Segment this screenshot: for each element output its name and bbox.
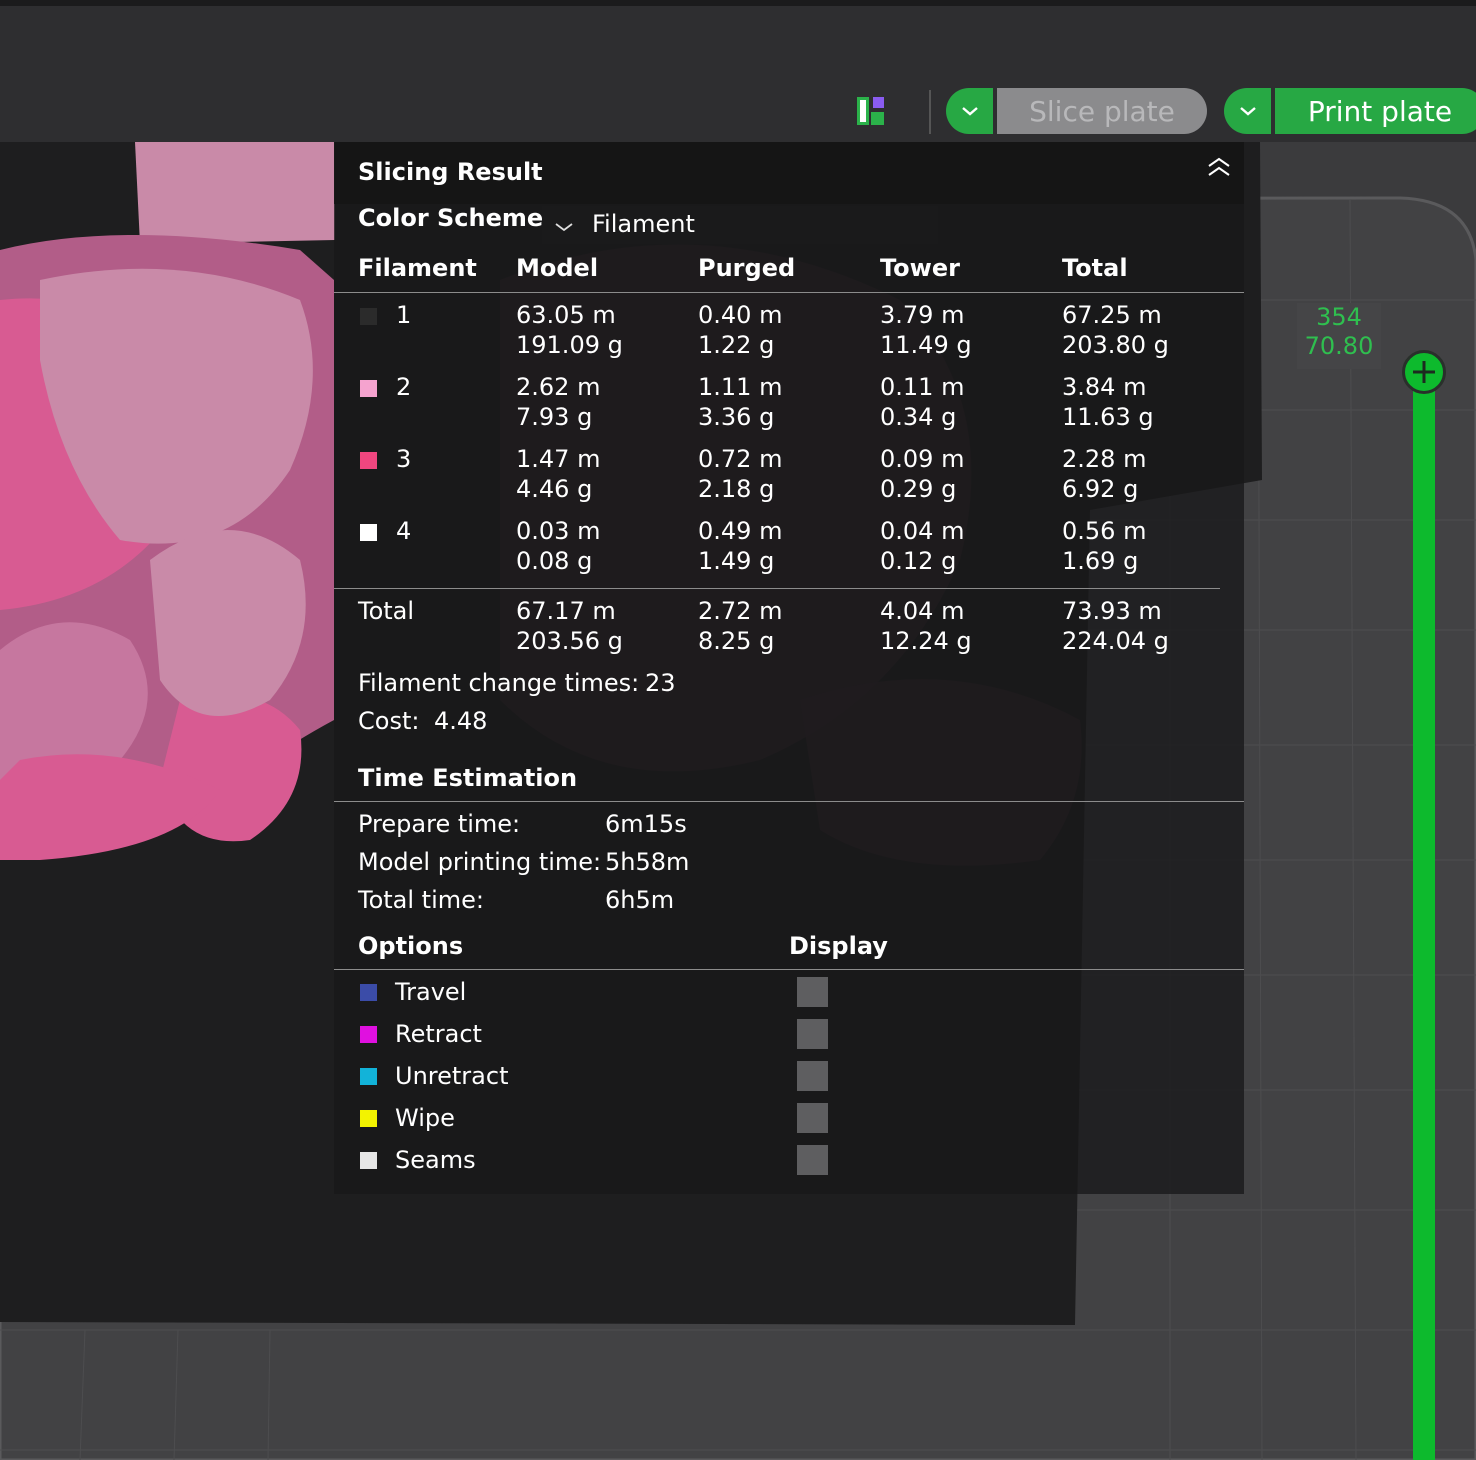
chevron-down-icon (961, 107, 978, 116)
total-time-label: Total time: (358, 886, 484, 914)
layer-readout: 354 70.80 (1297, 303, 1381, 369)
prepare-time-label: Prepare time: (358, 810, 521, 838)
filament-4-model: 0.03 m 0.08 g (516, 517, 601, 575)
layer-slider-handle[interactable] (1402, 350, 1446, 394)
collapse-icon[interactable] (1206, 156, 1232, 178)
option-retract-label: Retract (395, 1020, 482, 1048)
col-header-tower: Tower (880, 254, 960, 282)
wipe-display-toggle[interactable] (797, 1103, 828, 1133)
filament-2-model: 2.62 m 7.93 g (516, 373, 601, 431)
retract-display-toggle[interactable] (797, 1019, 828, 1049)
col-header-model: Model (516, 254, 599, 282)
filament-2-tower: 0.11 m 0.34 g (880, 373, 965, 431)
retract-swatch (360, 1026, 377, 1043)
filament-2-purged: 1.11 m 3.36 g (698, 373, 783, 431)
filament-2-swatch (360, 380, 377, 397)
color-scheme-dropdown[interactable]: Filament (542, 206, 938, 244)
total-row-label: Total (358, 597, 415, 625)
unretract-display-toggle[interactable] (797, 1061, 828, 1091)
model-time-label: Model printing time: (358, 848, 602, 876)
filament-4-tower: 0.04 m 0.12 g (880, 517, 965, 575)
print-dropdown-button[interactable] (1224, 88, 1271, 134)
display-title: Display (789, 932, 888, 960)
print-plate-button[interactable]: Print plate (1275, 88, 1476, 134)
layer-slider-track[interactable] (1413, 375, 1435, 1460)
color-scheme-label: Color Scheme (358, 204, 544, 232)
layout-grid-icon[interactable] (856, 96, 886, 126)
divider (334, 292, 1244, 293)
col-header-purged: Purged (698, 254, 796, 282)
option-seams-label: Seams (395, 1146, 476, 1174)
top-toolbar: Slice plate Print plate (0, 0, 1476, 142)
seams-display-toggle[interactable] (797, 1145, 828, 1175)
color-scheme-value: Filament (592, 210, 695, 238)
filament-3-tower: 0.09 m 0.29 g (880, 445, 965, 503)
filament-3-total: 2.28 m 6.92 g (1062, 445, 1147, 503)
slicing-result-panel: Slicing Result Color Scheme Filament Fil… (334, 142, 1244, 1194)
layer-height-value: 70.80 (1304, 332, 1374, 360)
prepare-time-value: 6m15s (605, 810, 687, 838)
filament-3-id: 3 (396, 445, 412, 473)
filament-3-purged: 0.72 m 2.18 g (698, 445, 783, 503)
filament-4-swatch (360, 524, 377, 541)
top-layer-number: 354 (1316, 303, 1362, 331)
option-wipe-label: Wipe (395, 1104, 455, 1132)
divider (334, 801, 1244, 802)
chevron-down-icon (555, 223, 573, 232)
filament-1-tower: 3.79 m 11.49 g (880, 301, 972, 359)
col-header-filament: Filament (358, 254, 477, 282)
filament-1-model: 63.05 m 191.09 g (516, 301, 623, 359)
slice-dropdown-button[interactable] (946, 88, 993, 134)
options-title: Options (358, 932, 464, 960)
option-unretract-label: Unretract (395, 1062, 509, 1090)
filament-change-label: Filament change times: (358, 669, 640, 697)
model-time-value: 5h58m (605, 848, 690, 876)
filament-3-model: 1.47 m 4.46 g (516, 445, 601, 503)
filament-change-value: 23 (645, 669, 676, 697)
divider (334, 588, 1220, 589)
unretract-swatch (360, 1068, 377, 1085)
plus-icon (1413, 361, 1435, 383)
cost-value: 4.48 (434, 707, 488, 735)
total-time-value: 6h5m (605, 886, 675, 914)
filament-4-purged: 0.49 m 1.49 g (698, 517, 783, 575)
total-purged: 2.72 m 8.25 g (698, 597, 783, 655)
filament-1-total: 67.25 m 203.80 g (1062, 301, 1169, 359)
filament-4-id: 4 (396, 517, 412, 545)
total-model: 67.17 m 203.56 g (516, 597, 623, 655)
travel-swatch (360, 984, 377, 1001)
time-estimation-title: Time Estimation (358, 764, 578, 792)
chevron-down-icon (1239, 107, 1256, 116)
travel-display-toggle[interactable] (797, 977, 828, 1007)
filament-4-total: 0.56 m 1.69 g (1062, 517, 1147, 575)
total-tower: 4.04 m 12.24 g (880, 597, 972, 655)
total-total: 73.93 m 224.04 g (1062, 597, 1169, 655)
filament-1-swatch (360, 308, 377, 325)
filament-1-id: 1 (396, 301, 412, 329)
panel-title: Slicing Result (358, 158, 543, 186)
col-header-total: Total (1062, 254, 1128, 282)
filament-2-id: 2 (396, 373, 412, 401)
filament-3-swatch (360, 452, 377, 469)
filament-1-purged: 0.40 m 1.22 g (698, 301, 783, 359)
toolbar-divider (929, 90, 931, 134)
wipe-swatch (360, 1110, 377, 1127)
cost-label: Cost: (358, 707, 420, 735)
slice-plate-button[interactable]: Slice plate (997, 88, 1207, 134)
seams-swatch (360, 1152, 377, 1169)
divider (334, 969, 1244, 970)
filament-2-total: 3.84 m 11.63 g (1062, 373, 1154, 431)
option-travel-label: Travel (395, 978, 467, 1006)
